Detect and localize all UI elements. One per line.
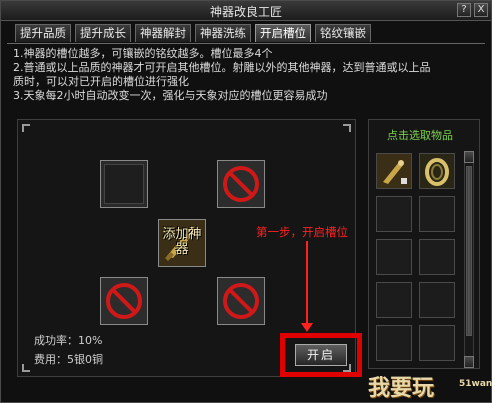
tab-underline <box>7 43 485 44</box>
tab-open-slot[interactable]: 开启槽位 <box>255 24 311 42</box>
inventory-slot[interactable] <box>419 282 455 318</box>
slot-top-right-locked[interactable] <box>217 160 265 208</box>
artifact-item-icon <box>377 154 411 188</box>
add-artifact-label: 添加神器 <box>162 227 202 257</box>
panel-corner <box>343 124 351 132</box>
tab-unseal[interactable]: 神器解封 <box>135 24 191 42</box>
inventory-slot[interactable] <box>419 153 455 189</box>
inventory-slot[interactable] <box>376 196 412 232</box>
slot-bottom-left-locked[interactable] <box>100 277 148 325</box>
inventory-slot[interactable] <box>419 196 455 232</box>
slot-top-left-empty[interactable] <box>100 160 148 208</box>
panel-corner <box>22 364 30 372</box>
tab-inscription-inlay[interactable]: 铭纹镶嵌 <box>315 24 371 42</box>
forbidden-icon <box>218 161 264 207</box>
scroll-up-button[interactable] <box>464 151 474 163</box>
description-text: 1.神器的槽位越多，可镶嵌的铭纹越多。槽位最多4个 2.普通或以上品质的神器才可… <box>13 47 483 103</box>
slot-add-artifact[interactable]: 添加神器 <box>158 219 206 267</box>
tab-refine[interactable]: 神器洗练 <box>195 24 251 42</box>
tab-bar: 提升品质 提升成长 神器解封 神器洗练 开启槽位 铭纹镶嵌 <box>15 24 371 44</box>
window-title: 神器改良工匠 <box>209 5 282 19</box>
inventory-slot[interactable] <box>419 239 455 275</box>
forbidden-icon <box>218 278 264 324</box>
slot-bottom-right-locked[interactable] <box>217 277 265 325</box>
forbidden-icon <box>101 278 147 324</box>
help-button[interactable]: ? <box>457 3 471 17</box>
description-line-1: 1.神器的槽位越多，可镶嵌的铭纹越多。槽位最多4个 <box>13 47 273 60</box>
inventory-slot[interactable] <box>376 239 412 275</box>
tab-improve-growth[interactable]: 提升成长 <box>75 24 131 42</box>
annotation-arrow-head <box>301 323 313 332</box>
scroll-thumb[interactable] <box>466 166 472 336</box>
annotation-arrow-line <box>306 241 308 325</box>
ring-item-icon <box>420 154 454 188</box>
pick-item-header: 点击选取物品 <box>387 129 453 142</box>
watermark-sub: 51wan <box>459 379 492 389</box>
description-line-4: 3.天象每2小时自动改变一次，强化与天象对应的槽位更容易成功 <box>13 89 328 102</box>
description-line-3: 质时，可以对已开启的槽位进行强化 <box>13 75 189 88</box>
highlight-frame <box>280 333 362 377</box>
item-scrollbar[interactable] <box>464 151 474 368</box>
description-line-2: 2.普通或以上品质的神器才可开启其他槽位。射雕以外的其他神器，达到普通或以上品 <box>13 61 431 74</box>
tab-improve-quality[interactable]: 提升品质 <box>15 24 71 42</box>
cost: 费用：5银0铜 <box>34 353 103 366</box>
inventory-slot[interactable] <box>419 325 455 361</box>
close-button[interactable]: X <box>474 3 488 17</box>
success-rate: 成功率：10% <box>34 334 103 347</box>
artifact-upgrade-window: 神器改良工匠 ? X 提升品质 提升成长 神器解封 神器洗练 开启槽位 铭纹镶嵌… <box>0 0 492 403</box>
step-annotation: 第一步，开启槽位 <box>256 225 348 239</box>
inventory-slot[interactable] <box>376 282 412 318</box>
inventory-slot[interactable] <box>376 325 412 361</box>
watermark-logo: 我要玩 <box>368 376 435 401</box>
title-bar[interactable]: 神器改良工匠 ? X <box>1 1 491 21</box>
panel-corner <box>22 124 30 132</box>
inventory-slot[interactable] <box>376 153 412 189</box>
scroll-down-button[interactable] <box>464 356 474 368</box>
